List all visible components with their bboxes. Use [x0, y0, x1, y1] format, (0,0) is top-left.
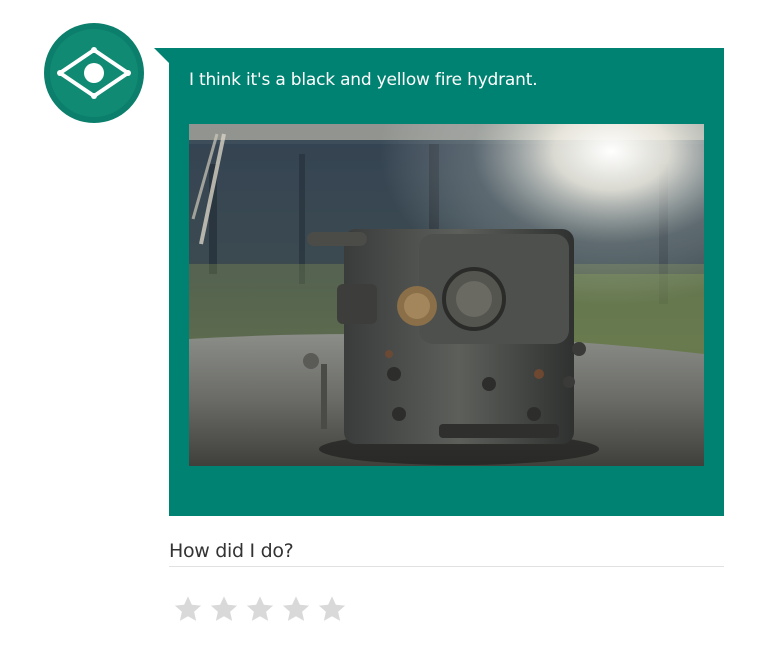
- star-4-button[interactable]: [280, 593, 312, 625]
- star-1-button[interactable]: [172, 593, 204, 625]
- message-photo: [189, 124, 704, 466]
- bubble-tail: [154, 48, 169, 63]
- star-rating: [172, 593, 348, 625]
- star-3-button[interactable]: [244, 593, 276, 625]
- eye-icon: [57, 47, 131, 99]
- star-icon: [282, 596, 310, 621]
- message-bubble: I think it's a black and yellow fire hyd…: [169, 48, 724, 516]
- chat-page: I think it's a black and yellow fire hyd…: [0, 0, 782, 658]
- star-icon: [318, 596, 346, 621]
- feedback-divider: [169, 566, 724, 567]
- bot-avatar: [44, 23, 144, 123]
- star-2-button[interactable]: [208, 593, 240, 625]
- star-icon: [210, 596, 238, 621]
- star-5-button[interactable]: [316, 593, 348, 625]
- feedback-prompt: How did I do?: [169, 540, 294, 562]
- message-text: I think it's a black and yellow fire hyd…: [189, 70, 538, 90]
- star-icon: [174, 596, 202, 621]
- carburetor-photo: [189, 124, 704, 466]
- star-icon: [246, 596, 274, 621]
